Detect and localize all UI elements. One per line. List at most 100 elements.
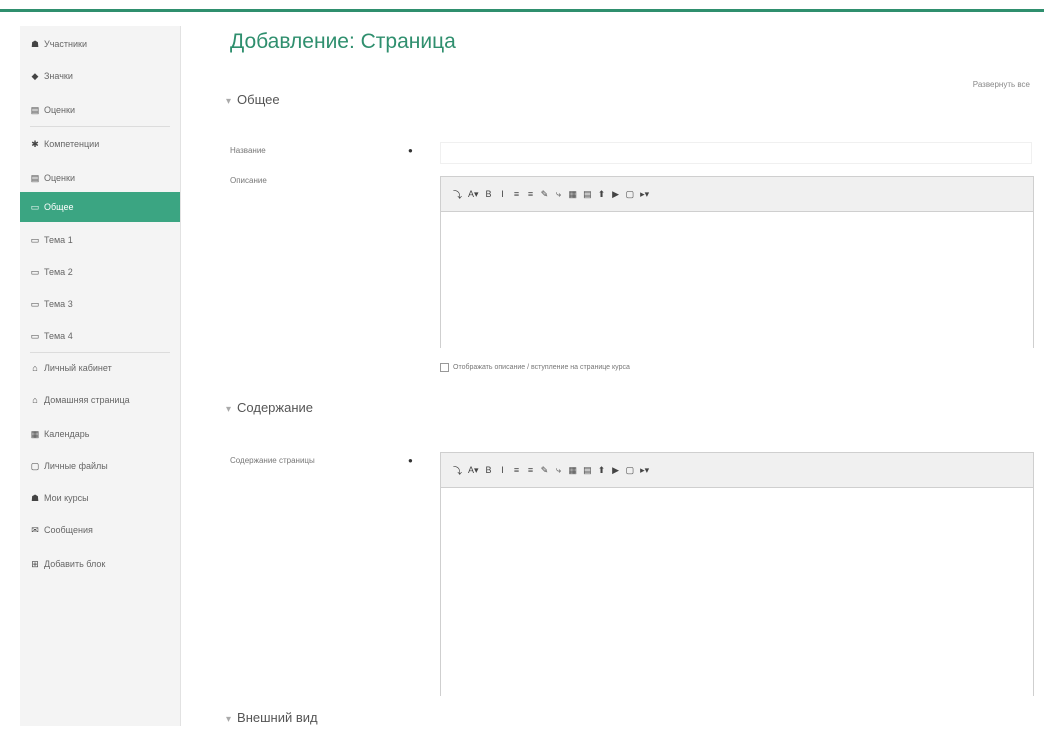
page-content-textarea[interactable]: [441, 488, 1033, 696]
section-content-header[interactable]: ▾ Содержание: [226, 400, 313, 415]
paragraph-style-icon[interactable]: A▾: [468, 465, 479, 476]
sidebar-item-my-courses[interactable]: ☗ Мои курсы: [20, 484, 180, 512]
file-upload-icon[interactable]: ⬆: [598, 465, 606, 476]
home-icon: ⌂: [32, 395, 38, 405]
description-editor[interactable]: ⤵ A▾ B I ≡ ≡ ✎ ⤷ ▦ ▤ ⬆ ▶ ▢ ▸▾: [440, 176, 1034, 348]
sidebar-item-label: Значки: [44, 71, 73, 81]
file-icon: ▢: [30, 460, 40, 471]
messages-icon: ✉: [31, 524, 39, 535]
video-icon[interactable]: ▶: [612, 465, 620, 476]
name-label: Название: [230, 146, 266, 155]
folder-icon: ▭: [30, 330, 40, 341]
sidebar-item-dashboard[interactable]: ⌂ Личный кабинет: [20, 354, 180, 382]
unlink-icon[interactable]: ⤷: [555, 465, 563, 476]
top-accent-bar: [0, 0, 1044, 12]
sidebar-item-add-block[interactable]: ⊞ Добавить блок: [20, 550, 180, 578]
sidebar-item-topic-4[interactable]: ▭ Тема 4: [20, 322, 180, 350]
sidebar-item-grades[interactable]: ▤ Оценки: [20, 96, 180, 124]
folder-icon: ▭: [30, 298, 40, 309]
chevron-down-icon: ▾: [226, 96, 232, 107]
sidebar-item-label: Оценки: [44, 105, 75, 115]
badge-icon: ◆: [31, 70, 39, 81]
show-more-icon[interactable]: ⤵: [453, 188, 462, 201]
more-icon[interactable]: ▸▾: [640, 189, 649, 200]
sidebar-item-label: Участники: [44, 39, 87, 49]
manage-files-icon[interactable]: ▢: [626, 189, 635, 200]
page-content-label: Содержание страницы: [230, 456, 315, 465]
bold-icon[interactable]: B: [485, 465, 493, 475]
manage-files-icon[interactable]: ▢: [626, 465, 635, 476]
grades-icon: ▤: [30, 172, 40, 183]
sidebar-item-topic-1[interactable]: ▭ Тема 1: [20, 226, 180, 254]
description-label: Описание: [230, 176, 267, 185]
image-icon[interactable]: ▦: [569, 465, 578, 476]
sidebar-item-topic-3[interactable]: ▭ Тема 3: [20, 290, 180, 318]
italic-icon[interactable]: I: [499, 189, 507, 199]
sidebar-divider: [30, 126, 170, 127]
required-icon: ●: [408, 146, 413, 155]
section-title: Общее: [237, 92, 280, 107]
sidebar-item-label: Добавить блок: [44, 559, 106, 569]
ordered-list-icon[interactable]: ≡: [527, 189, 535, 199]
italic-icon[interactable]: I: [499, 465, 507, 475]
users-icon: ☗: [30, 38, 40, 49]
sidebar-item-participants[interactable]: ☗ Участники: [20, 30, 180, 58]
checkbox-icon[interactable]: [440, 363, 449, 372]
sidebar-item-label: Личные файлы: [44, 461, 108, 471]
show-more-icon[interactable]: ⤵: [453, 464, 462, 477]
sidebar-item-calendar[interactable]: ▦ Календарь: [20, 420, 180, 448]
section-title: Содержание: [237, 400, 314, 415]
folder-icon: ▭: [30, 234, 40, 245]
checkbox-label: Отображать описание / вступление на стра…: [453, 364, 630, 371]
ordered-list-icon[interactable]: ≡: [527, 465, 535, 475]
show-description-checkbox[interactable]: Отображать описание / вступление на стра…: [440, 363, 630, 372]
paragraph-style-icon[interactable]: A▾: [468, 189, 479, 200]
unlink-icon[interactable]: ⤷: [555, 189, 563, 200]
editor-toolbar: ⤵ A▾ B I ≡ ≡ ✎ ⤷ ▦ ▤ ⬆ ▶ ▢ ▸▾: [441, 453, 1033, 488]
plus-square-icon: ⊞: [31, 558, 39, 569]
more-icon[interactable]: ▸▾: [640, 465, 649, 476]
calendar-icon: ▦: [30, 428, 40, 439]
grades-icon: ▤: [30, 104, 40, 115]
courses-icon: ☗: [30, 492, 40, 503]
competency-icon: ✱: [31, 138, 39, 149]
required-icon: ●: [408, 456, 413, 465]
image-icon[interactable]: ▦: [569, 189, 578, 200]
media-icon[interactable]: ▤: [583, 189, 592, 200]
sidebar-item-private-files[interactable]: ▢ Личные файлы: [20, 452, 180, 480]
chevron-down-icon: ▾: [226, 714, 232, 725]
expand-all-link[interactable]: Развернуть все: [973, 80, 1030, 89]
name-input[interactable]: [440, 142, 1032, 164]
home-icon: ⌂: [32, 363, 38, 373]
sidebar-item-label: Мои курсы: [44, 493, 89, 503]
unordered-list-icon[interactable]: ≡: [513, 189, 521, 199]
sidebar-item-label: Компетенции: [44, 139, 100, 149]
sidebar-item-topic-2[interactable]: ▭ Тема 2: [20, 258, 180, 286]
page-content-editor[interactable]: ⤵ A▾ B I ≡ ≡ ✎ ⤷ ▦ ▤ ⬆ ▶ ▢ ▸▾: [440, 452, 1034, 696]
sidebar-item-label: Оценки: [44, 173, 75, 183]
sidebar-item-messages[interactable]: ✉ Сообщения: [20, 516, 180, 544]
sidebar-item-label: Календарь: [44, 429, 90, 439]
video-icon[interactable]: ▶: [612, 189, 620, 200]
sidebar-item-label: Тема 1: [44, 235, 73, 245]
bold-icon[interactable]: B: [485, 189, 493, 199]
file-upload-icon[interactable]: ⬆: [598, 189, 606, 200]
link-icon[interactable]: ✎: [541, 465, 549, 476]
section-general-header[interactable]: ▾ Общее: [226, 92, 280, 107]
sidebar-item-label: Тема 3: [44, 299, 73, 309]
page-title: Добавление: Страница: [230, 30, 456, 53]
section-appearance-header[interactable]: ▾ Внешний вид: [226, 710, 318, 725]
sidebar-item-competencies[interactable]: ✱ Компетенции: [20, 130, 180, 158]
link-icon[interactable]: ✎: [541, 189, 549, 200]
sidebar-item-home[interactable]: ⌂ Домашняя страница: [20, 386, 180, 414]
sidebar-item-label: Тема 4: [44, 331, 73, 341]
sidebar-item-grades-2[interactable]: ▤ Оценки: [20, 164, 180, 192]
media-icon[interactable]: ▤: [583, 465, 592, 476]
sidebar-item-badges[interactable]: ◆ Значки: [20, 62, 180, 90]
sidebar-item-label: Домашняя страница: [44, 395, 130, 405]
description-textarea[interactable]: [441, 212, 1033, 348]
sidebar-item-label: Общее: [44, 202, 74, 212]
sidebar: ☗ Участники ◆ Значки ▤ Оценки ✱ Компетенции …: [20, 26, 181, 726]
sidebar-item-general[interactable]: ▭ Общее: [20, 192, 180, 222]
unordered-list-icon[interactable]: ≡: [513, 465, 521, 475]
